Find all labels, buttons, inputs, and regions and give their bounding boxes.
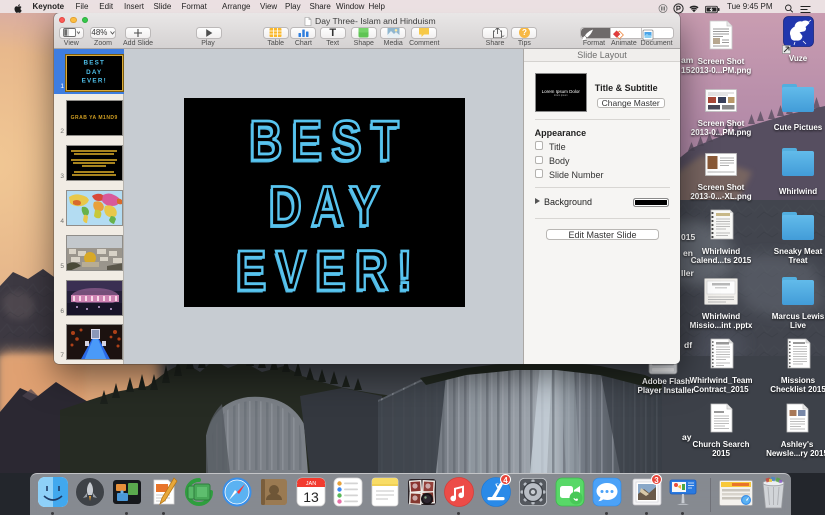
svg-text:JAN: JAN: [306, 481, 316, 487]
svg-text:13: 13: [303, 489, 319, 505]
